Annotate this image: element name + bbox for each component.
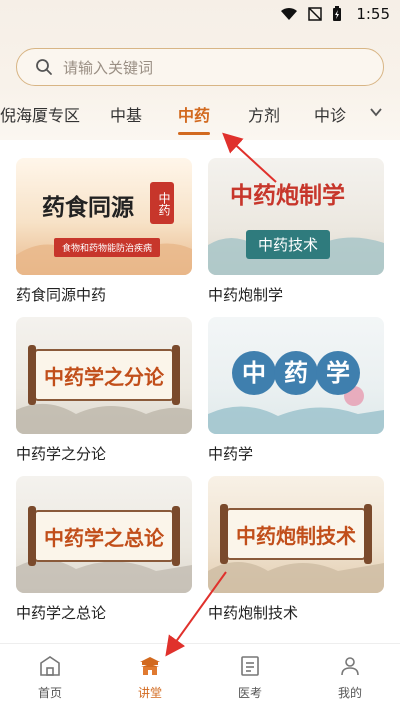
course-card[interactable]: 中 药 学 中药学: [208, 317, 384, 463]
nav-label: 医考: [237, 686, 262, 700]
nav-lecture-hall[interactable]: 讲堂: [120, 654, 180, 701]
bottom-nav: 首页 讲堂 医考 我的: [0, 643, 400, 711]
scroll-banner: 中药炮制技术: [220, 504, 372, 564]
course-thumbnail: 药食同源 中药 食物和药物能防治疾病: [16, 158, 192, 275]
course-title: 中药炮制技术: [208, 604, 299, 622]
active-tab-indicator: [178, 132, 210, 135]
tab-zhongji[interactable]: 中基: [110, 102, 142, 126]
seal-stamp: 中药: [150, 182, 174, 224]
search-placeholder: 请输入关键词: [63, 58, 154, 77]
tab-fangji[interactable]: 方剂: [248, 102, 280, 126]
thumb-title: 中药炮制学: [230, 182, 345, 209]
nav-home[interactable]: 首页: [20, 654, 80, 701]
nav-label: 讲堂: [137, 686, 162, 700]
nav-label: 首页: [37, 686, 62, 700]
tab-nihaixia[interactable]: 倪海厦专区: [0, 102, 80, 126]
thumb-title: 中药炮制技术: [236, 523, 356, 548]
scroll-banner: 中药学之总论: [28, 506, 180, 566]
course-card[interactable]: 中药学之总论 中药学之总论: [16, 476, 192, 622]
search-icon: [36, 59, 52, 75]
search-input[interactable]: 请输入关键词: [16, 48, 384, 86]
course-title: 中药学之总论: [16, 604, 107, 622]
course-card[interactable]: 中药学之分论 中药学之分论: [16, 317, 192, 463]
course-title: 药食同源中药: [16, 286, 107, 304]
thumb-title: 中药学之总论: [44, 525, 164, 550]
chevron-down-icon[interactable]: [368, 104, 384, 120]
course-card[interactable]: 中药炮制学 中药技术 中药炮制学: [208, 158, 384, 304]
status-bar: 1:55: [0, 0, 400, 30]
nav-label: 我的: [337, 686, 362, 700]
scroll-banner: 中药学之分论: [28, 345, 180, 405]
course-thumbnail: 中 药 学: [208, 317, 384, 434]
course-thumbnail: 中药学之分论: [16, 317, 192, 434]
course-thumbnail: 中药学之总论: [16, 476, 192, 593]
thumb-title: 中药学之分论: [44, 364, 164, 389]
document-icon: [241, 656, 259, 676]
course-card[interactable]: 药食同源 中药 食物和药物能防治疾病 药食同源中药: [16, 158, 192, 304]
tab-zhongzhen[interactable]: 中诊: [314, 102, 346, 126]
course-title: 中药炮制学: [208, 286, 284, 304]
home-icon: [40, 656, 60, 676]
nav-exam[interactable]: 医考: [220, 654, 280, 701]
thumb-char-circle: 中: [232, 351, 276, 395]
thumb-subtitle: 中药技术: [246, 230, 331, 259]
thumb-title: 药食同源: [42, 194, 134, 221]
no-signal-icon: [308, 7, 322, 21]
wifi-icon: [281, 7, 297, 20]
thumb-char-circle: 学: [316, 351, 360, 395]
status-time: 1:55: [356, 5, 390, 23]
pavilion-icon: [140, 657, 160, 675]
course-title: 中药学: [208, 445, 254, 463]
category-tabs: 倪海厦专区 中基 中药 方剂 中诊: [0, 96, 400, 135]
thumb-char-circle: 药: [274, 351, 318, 395]
nav-profile[interactable]: 我的: [320, 654, 380, 701]
course-card[interactable]: 中药炮制技术 中药炮制技术: [208, 476, 384, 622]
battery-charging-icon: [333, 6, 341, 21]
tab-zhongyao[interactable]: 中药: [178, 102, 210, 126]
course-title: 中药学之分论: [16, 445, 107, 463]
course-thumbnail: 中药炮制技术: [208, 476, 384, 593]
thumb-subtitle: 食物和药物能防治疾病: [54, 238, 161, 257]
user-icon: [341, 657, 359, 676]
course-thumbnail: 中药炮制学 中药技术: [208, 158, 384, 275]
